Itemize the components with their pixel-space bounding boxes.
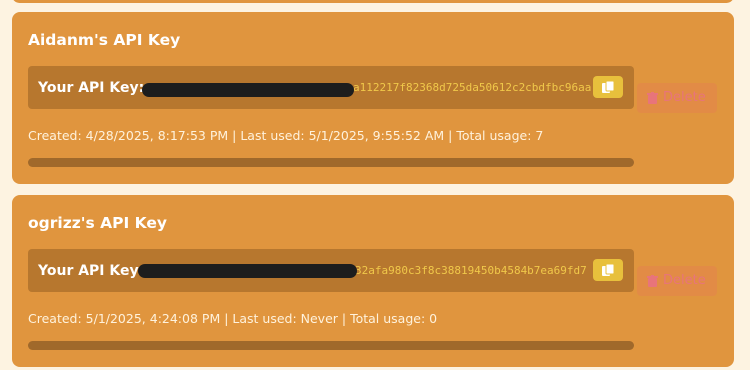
usage-bar-fill xyxy=(28,341,634,350)
delete-key-button[interactable]: Delete xyxy=(637,266,717,296)
redaction-mark xyxy=(138,264,357,278)
card-title: Aidanm's API Key xyxy=(28,31,181,49)
api-key-label: Your API Key: xyxy=(38,263,145,279)
copy-key-button[interactable] xyxy=(593,76,623,98)
usage-bar-fill xyxy=(28,158,634,167)
trash-icon xyxy=(647,275,658,287)
trash-icon xyxy=(647,92,658,104)
api-key-card: Aidanm's API Key Your API Key: a112217f8… xyxy=(12,12,734,184)
key-metadata: Created: 5/1/2025, 4:24:08 PM | Last use… xyxy=(28,311,438,326)
card-title: ogrizz's API Key xyxy=(28,214,167,232)
key-metadata: Created: 4/28/2025, 8:17:53 PM | Last us… xyxy=(28,128,544,143)
delete-key-button[interactable]: Delete xyxy=(637,83,717,113)
copy-key-button[interactable] xyxy=(593,259,623,281)
redaction-mark xyxy=(142,83,354,97)
copy-icon xyxy=(602,263,615,276)
api-key-card: ogrizz's API Key Your API Key: 32afa980c… xyxy=(12,195,734,367)
api-key-label: Your API Key: xyxy=(38,80,145,96)
api-key-value[interactable]: 32afa980c3f8c38819450b4584b7ea69fd7 xyxy=(355,264,587,277)
delete-label: Delete xyxy=(663,90,706,105)
usage-bar xyxy=(28,158,634,167)
api-key-box: Your API Key: a112217f82368d725da50612c2… xyxy=(28,66,634,109)
api-key-value[interactable]: a112217f82368d725da50612c2cbdfbc96aa xyxy=(353,81,591,94)
delete-label: Delete xyxy=(663,273,706,288)
api-key-box: Your API Key: 32afa980c3f8c38819450b4584… xyxy=(28,249,634,292)
copy-icon xyxy=(602,80,615,93)
previous-card-edge xyxy=(12,0,734,3)
usage-bar xyxy=(28,341,634,350)
